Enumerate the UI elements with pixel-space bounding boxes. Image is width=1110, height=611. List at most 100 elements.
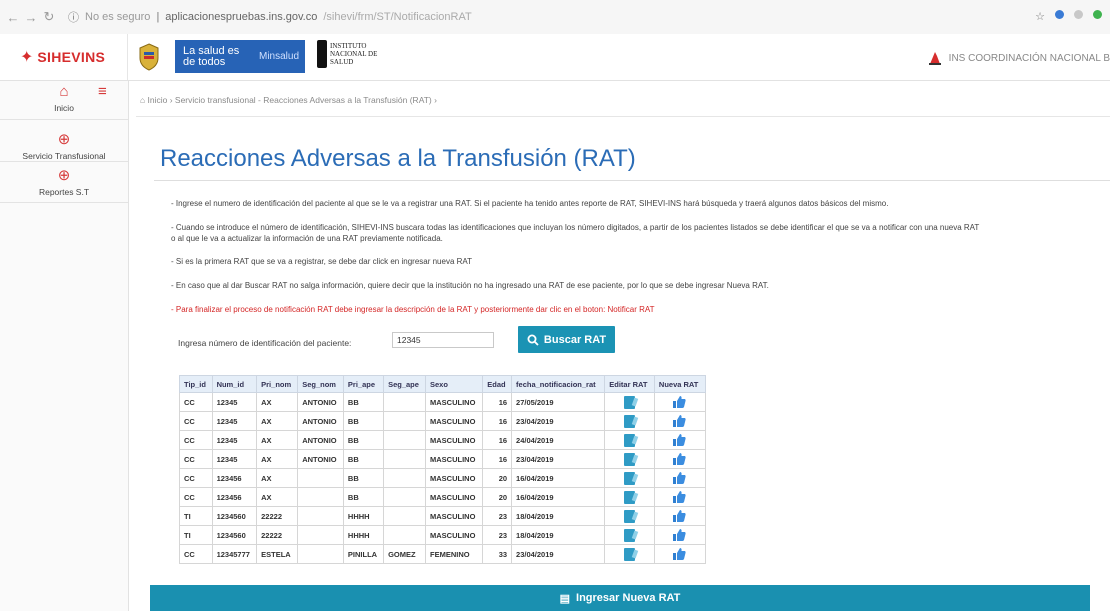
table-row: TI 1234560 22222 HHHH MASCULINO 23 18/04/2019 xyxy=(179,506,707,526)
app-header: ✦ SIHEVINS La salud es de todos Minsalud… xyxy=(0,34,1110,81)
new-rat-icon[interactable] xyxy=(673,396,687,408)
table-cell xyxy=(383,487,426,507)
table-row: CC 123456 AX BB MASCULINO 20 16/04/2019 xyxy=(179,468,707,488)
new-rat-icon[interactable] xyxy=(673,472,687,484)
table-cell: AX xyxy=(256,430,299,450)
column-header: Sexo xyxy=(424,375,484,393)
table-cell: MASCULINO xyxy=(424,506,484,526)
table-cell xyxy=(383,392,426,412)
browser-toolbar: ← → ↻ ⓘ No es seguro | aplicacionesprueb… xyxy=(0,0,1110,35)
column-header: Edad xyxy=(482,375,513,393)
edit-rat-icon[interactable] xyxy=(624,509,636,523)
table-cell: 16/04/2019 xyxy=(511,468,606,488)
new-rat-icon[interactable] xyxy=(673,453,687,465)
edit-rat-cell xyxy=(604,487,655,507)
back-icon[interactable]: ← xyxy=(4,10,22,25)
sidebar-item-reportes[interactable]: ⊕ Reportes S.T xyxy=(0,166,128,197)
table-cell: AX xyxy=(256,449,299,469)
divider xyxy=(154,180,1110,181)
table-cell: 23/04/2019 xyxy=(511,544,606,564)
column-header: fecha_notificacion_rat xyxy=(511,375,606,393)
edit-rat-cell xyxy=(604,449,655,469)
divider xyxy=(0,202,128,203)
address-separator: | xyxy=(156,11,160,23)
instruction-text: - Ingrese el numero de identificación de… xyxy=(171,199,889,208)
edit-rat-icon[interactable] xyxy=(624,471,636,485)
table-cell xyxy=(383,525,426,545)
sidebar-item-label: Inicio xyxy=(54,103,74,113)
table-cell: BB xyxy=(342,487,385,507)
ins-logo: INSTITUTO NACIONAL DE SALUD xyxy=(317,40,377,68)
table-cell: MASCULINO xyxy=(424,487,484,507)
edit-rat-icon[interactable] xyxy=(624,528,636,542)
table-cell xyxy=(383,506,426,526)
address-bar[interactable]: ⓘ No es seguro | aplicacionespruebas.ins… xyxy=(68,9,472,25)
forward-icon[interactable]: → xyxy=(22,10,40,25)
table-cell: BB xyxy=(342,430,385,450)
table-cell: 20 xyxy=(482,487,513,507)
search-label: Ingresa número de identificación del pac… xyxy=(178,338,352,348)
reload-icon[interactable]: ↻ xyxy=(40,9,58,25)
brand-logo[interactable]: ✦ SIHEVINS xyxy=(0,34,128,80)
divider xyxy=(0,161,128,162)
new-rat-icon[interactable] xyxy=(673,529,687,541)
column-header: Nueva RAT xyxy=(653,375,707,393)
new-rat-icon[interactable] xyxy=(673,415,687,427)
table-cell: 24/04/2019 xyxy=(511,430,606,450)
profile-icon[interactable] xyxy=(1093,10,1102,19)
table-cell: MASCULINO xyxy=(424,392,484,412)
table-cell: BB xyxy=(342,468,385,488)
ins-line: NACIONAL DE xyxy=(330,50,378,58)
brand-name: SIHEVINS xyxy=(37,49,106,65)
new-rat-cell xyxy=(653,430,707,450)
sidebar-item-inicio[interactable]: ⌂ Inicio xyxy=(0,83,128,113)
page-title: Reacciones Adversas a la Transfusión (RA… xyxy=(160,145,636,172)
star-icon[interactable]: ☆ xyxy=(1035,10,1045,23)
home-small-icon: ⌂ xyxy=(140,95,146,105)
table-cell xyxy=(297,506,344,526)
new-rat-icon[interactable] xyxy=(673,434,687,446)
table-cell: ANTONIO xyxy=(297,449,344,469)
security-label: No es seguro xyxy=(85,11,151,23)
table-cell: CC xyxy=(179,544,213,564)
table-row: CC 12345 AX ANTONIO BB MASCULINO 16 27/05/2019 xyxy=(179,392,707,412)
table-row: CC 12345777 ESTELA PINILLA GOMEZ FEMENINO 33 23… xyxy=(179,544,707,564)
extension-icon[interactable] xyxy=(1074,10,1083,19)
gov-slogan: La salud es de todos xyxy=(183,44,240,68)
column-header: Seg_nom xyxy=(297,375,344,393)
edit-rat-icon[interactable] xyxy=(624,395,636,409)
new-rat-icon[interactable] xyxy=(673,510,687,522)
table-row: CC 12345 AX ANTONIO BB MASCULINO 16 23/04/2019 xyxy=(179,411,707,431)
table-cell: 16 xyxy=(482,449,513,469)
ins-line: INSTITUTO xyxy=(330,42,367,50)
edit-rat-icon[interactable] xyxy=(624,490,636,504)
new-rat-cell xyxy=(653,411,707,431)
patient-id-input[interactable] xyxy=(392,332,494,348)
edit-rat-icon[interactable] xyxy=(624,547,636,561)
edit-rat-icon[interactable] xyxy=(624,433,636,447)
edit-rat-icon[interactable] xyxy=(624,414,636,428)
rat-table: Tip_id Num_id Pri_nom Seg_nom Pri_ape Se… xyxy=(179,375,707,564)
extension-icon[interactable] xyxy=(1055,10,1064,19)
new-rat-icon[interactable] xyxy=(673,548,687,560)
edit-rat-icon[interactable] xyxy=(624,452,636,466)
new-rat-icon[interactable] xyxy=(673,491,687,503)
ins-mark-icon xyxy=(317,40,327,68)
add-new-rat-button[interactable]: ▤ Ingresar Nueva RAT xyxy=(150,585,1090,611)
ins-line: SALUD xyxy=(330,58,354,66)
table-cell: 22222 xyxy=(256,525,299,545)
divider xyxy=(136,116,1110,117)
instruction-text: - Si es la primera RAT que se va a regis… xyxy=(171,257,473,266)
table-cell: AX xyxy=(256,392,299,412)
sidebar-item-servicio-transfusional[interactable]: ⊕ Servicio Transfusional xyxy=(0,130,128,161)
search-rat-button[interactable]: Buscar RAT xyxy=(518,326,615,353)
edit-rat-cell xyxy=(604,411,655,431)
table-row: CC 12345 AX ANTONIO BB MASCULINO 16 23/04/2019 xyxy=(179,449,707,469)
breadcrumb-text[interactable]: Inicio › Servicio transfusional - Reacci… xyxy=(148,95,437,105)
new-rat-cell xyxy=(653,525,707,545)
user-institution[interactable]: INS COORDINACIÓN NACIONAL B xyxy=(927,50,1110,66)
column-header: Editar RAT xyxy=(604,375,655,393)
table-cell: CC xyxy=(179,487,213,507)
edit-rat-cell xyxy=(604,506,655,526)
table-cell: MASCULINO xyxy=(424,411,484,431)
